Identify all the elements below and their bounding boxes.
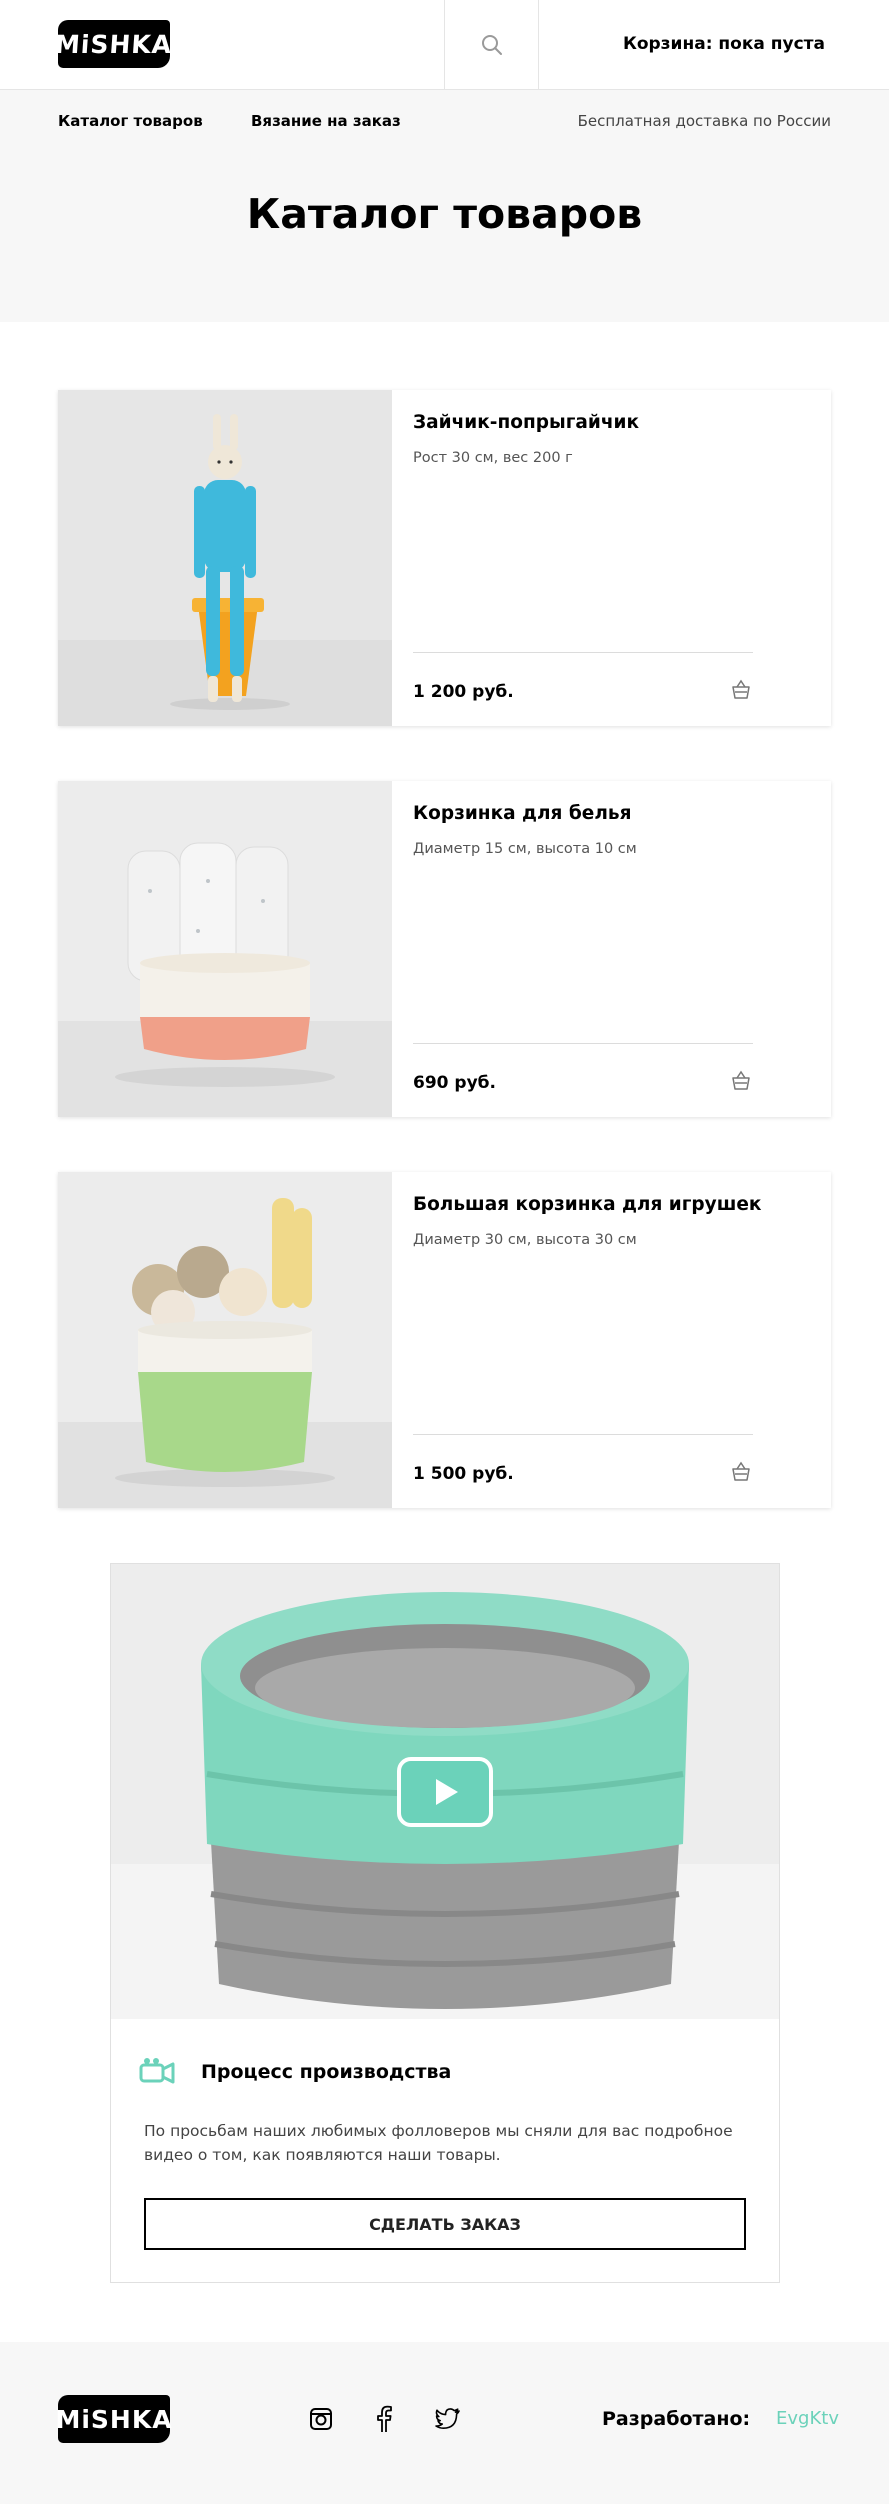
footer-logo-text: MiSHKA xyxy=(55,2404,173,2434)
product-title[interactable]: Корзинка для белья xyxy=(413,803,631,824)
product-desc: Рост 30 см, вес 200 г xyxy=(413,450,573,466)
basket-icon[interactable] xyxy=(729,678,753,702)
search-button[interactable] xyxy=(444,0,539,90)
footer: MiSHKA Разработано: EvgKtv xyxy=(0,2342,889,2504)
basket-icon[interactable] xyxy=(729,1460,753,1484)
basket-icon[interactable] xyxy=(729,1069,753,1093)
play-icon xyxy=(436,1779,458,1805)
logo-text: MiSHKA xyxy=(54,29,174,59)
product-price: 690 руб. xyxy=(413,1073,496,1093)
video-title: Процесс производства xyxy=(201,2061,452,2083)
hero-wave-edge xyxy=(0,296,889,316)
nav-catalog-link[interactable]: Каталог товаров xyxy=(58,112,203,130)
page-title: Каталог товаров xyxy=(246,190,643,238)
divider xyxy=(413,1434,753,1435)
video-section: Процесс производства По просьбам наших л… xyxy=(110,1563,780,2283)
product-desc: Диаметр 30 см, высота 30 см xyxy=(413,1232,637,1248)
product-card[interactable]: Корзинка для белья Диаметр 15 см, высота… xyxy=(58,781,831,1117)
product-desc: Диаметр 15 см, высота 10 см xyxy=(413,841,637,857)
product-price: 1 200 руб. xyxy=(413,682,514,702)
search-icon xyxy=(481,35,502,55)
twitter-link[interactable] xyxy=(433,2404,463,2434)
developer-link[interactable]: EvgKtv xyxy=(776,2408,839,2429)
play-button[interactable] xyxy=(397,1757,493,1827)
video-preview[interactable] xyxy=(111,1564,779,2019)
divider xyxy=(413,1043,753,1044)
header: MiSHKA Корзина: пока пуста xyxy=(0,0,889,90)
product-image[interactable] xyxy=(58,1172,392,1508)
product-title[interactable]: Зайчик-попрыгайчик xyxy=(413,412,639,433)
delivery-note: Бесплатная доставка по России xyxy=(577,112,831,130)
nav-order-link[interactable]: Вязание на заказ xyxy=(251,112,401,130)
divider xyxy=(413,652,753,653)
video-text: По просьбам наших любимых фолловеров мы … xyxy=(144,2122,733,2164)
facebook-link[interactable] xyxy=(369,2404,399,2434)
instagram-icon xyxy=(310,2408,332,2430)
product-card[interactable]: Большая корзинка для игрушек Диаметр 30 … xyxy=(58,1172,831,1508)
product-image[interactable] xyxy=(58,781,392,1117)
product-image[interactable] xyxy=(58,390,392,726)
developer-label: Разработано: xyxy=(602,2408,751,2430)
footer-logo[interactable]: MiSHKA xyxy=(55,2395,173,2443)
twitter-icon xyxy=(435,2408,460,2429)
camera-icon xyxy=(139,2058,175,2084)
order-button[interactable]: СДЕЛАТЬ ЗАКАЗ xyxy=(144,2198,746,2250)
product-card[interactable]: Зайчик-попрыгайчик Рост 30 см, вес 200 г… xyxy=(58,390,831,726)
product-title[interactable]: Большая корзинка для игрушек xyxy=(413,1194,761,1215)
instagram-link[interactable] xyxy=(306,2404,336,2434)
logo[interactable]: MiSHKA xyxy=(54,20,174,68)
product-price: 1 500 руб. xyxy=(413,1464,514,1484)
cart-status[interactable]: Корзина: пока пуста xyxy=(623,34,825,54)
facebook-icon xyxy=(377,2405,392,2432)
